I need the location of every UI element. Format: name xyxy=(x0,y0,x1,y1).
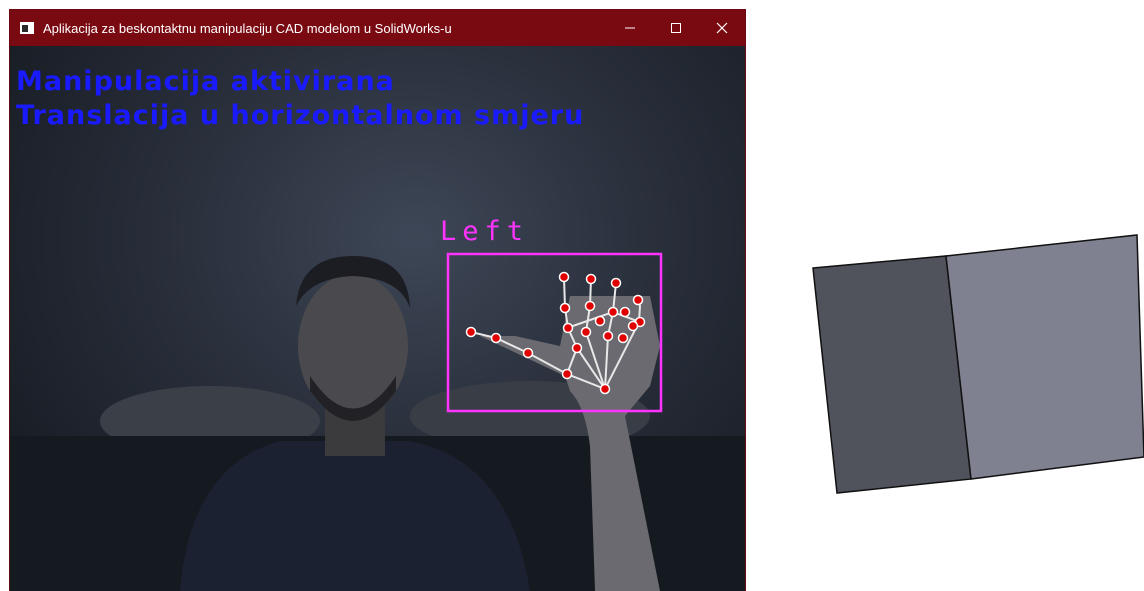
landmark-point xyxy=(602,330,614,342)
landmark-point xyxy=(561,368,573,380)
maximize-icon[interactable] xyxy=(653,10,699,46)
landmark-point xyxy=(490,332,502,344)
landmark-point xyxy=(627,320,639,332)
landmark-point xyxy=(562,322,574,334)
landmark-point xyxy=(632,294,644,306)
landmark-point xyxy=(594,315,606,327)
camera-feed: Manipulacija aktivirana Translacija u ho… xyxy=(10,46,745,591)
status-text-mode: Translacija u horizontalnom smjeru xyxy=(16,100,585,131)
landmark-point xyxy=(599,383,611,395)
hand-label: Left xyxy=(440,216,530,247)
status-text-activation: Manipulacija aktivirana xyxy=(16,66,395,97)
cad-model-view xyxy=(812,234,1144,494)
landmark-point xyxy=(610,277,622,289)
landmark-point xyxy=(607,306,619,318)
minimize-icon[interactable] xyxy=(607,10,653,46)
landmark-point xyxy=(584,300,596,312)
close-icon[interactable] xyxy=(699,10,745,46)
window-controls xyxy=(607,10,745,46)
landmark-point xyxy=(617,332,629,344)
landmark-point xyxy=(522,347,534,359)
model-face-left xyxy=(812,255,972,494)
landmark-point xyxy=(580,326,592,338)
landmark-point xyxy=(465,326,477,338)
title-bar[interactable]: Aplikacija za beskontaktnu manipulaciju … xyxy=(10,10,745,46)
landmark-point xyxy=(559,302,571,314)
app-window: Aplikacija za beskontaktnu manipulaciju … xyxy=(10,10,745,591)
window-title: Aplikacija za beskontaktnu manipulaciju … xyxy=(43,20,452,36)
app-icon xyxy=(20,22,34,34)
landmark-point xyxy=(571,342,583,354)
landmark-point xyxy=(619,306,631,318)
landmark-point xyxy=(585,273,597,285)
landmark-point xyxy=(558,271,570,283)
model-face-right xyxy=(945,234,1144,480)
